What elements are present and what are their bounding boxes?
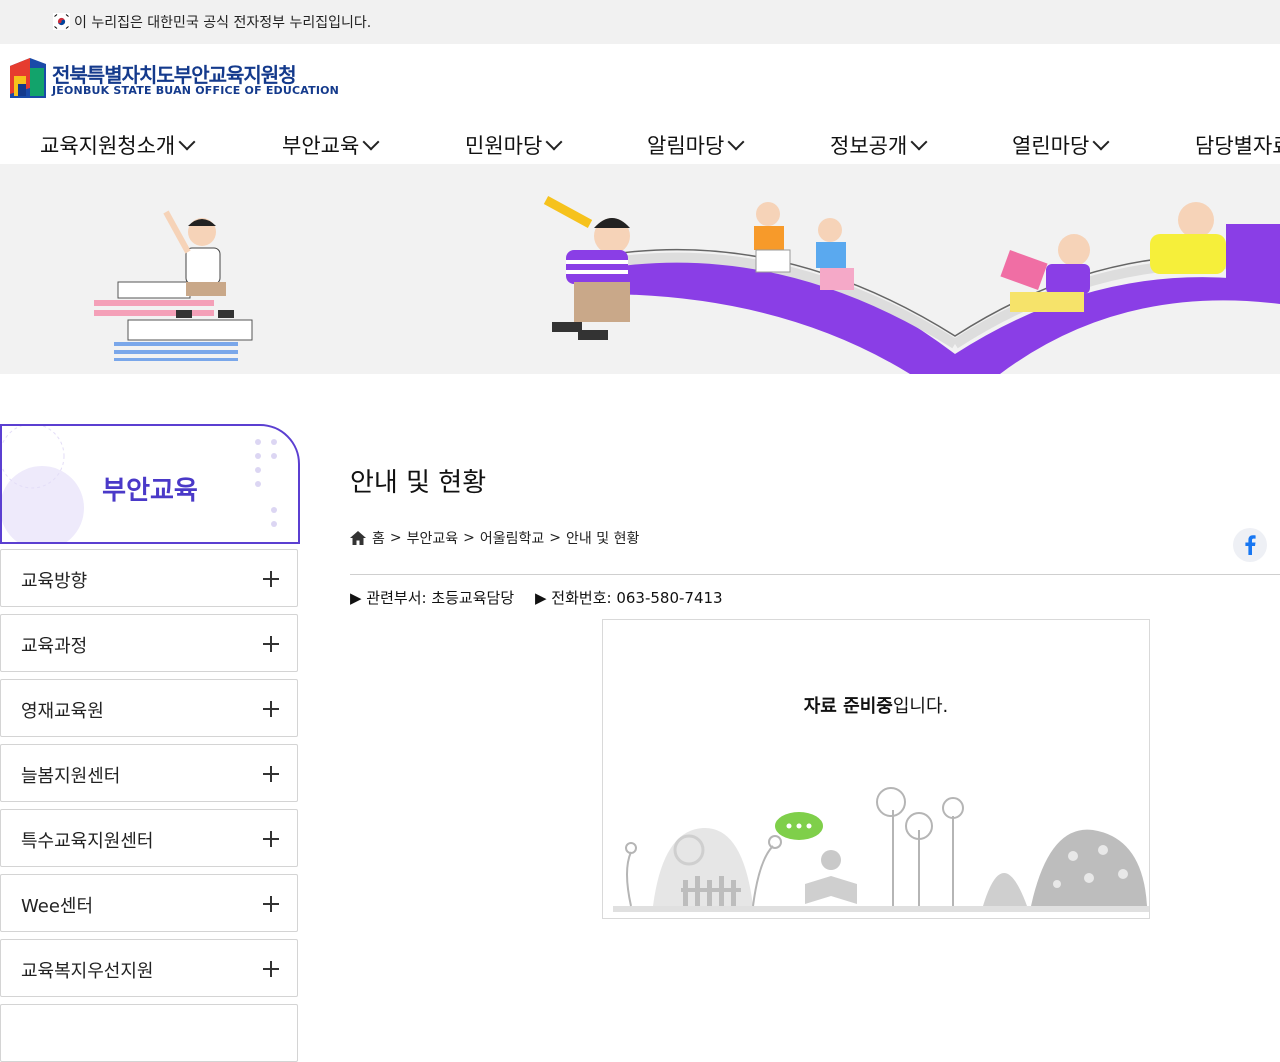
- lnb-title: 부안교육: [102, 476, 198, 506]
- content-divider: [350, 574, 1280, 575]
- content-preparing-box: 자료 준비중입니다.: [602, 619, 1150, 919]
- site-logo[interactable]: 전북특별자치도부안교육지원청 JEONBUK STATE BUAN OFFICE…: [8, 58, 339, 104]
- lnb-item-special-edu[interactable]: 특수교육지원센터: [0, 809, 298, 867]
- lnb-item-more[interactable]: [0, 1004, 298, 1062]
- lnb-item-neulbom[interactable]: 늘봄지원센터: [0, 744, 298, 802]
- plus-icon: [263, 895, 281, 913]
- page-title: 안내 및 현황: [350, 468, 487, 498]
- breadcrumb-level2[interactable]: 어울림학교: [480, 528, 544, 548]
- plus-icon: [263, 635, 281, 653]
- gnb-item-notice[interactable]: 알림마당: [647, 130, 745, 160]
- breadcrumb-separator: >: [549, 530, 562, 546]
- home-icon[interactable]: [350, 531, 366, 545]
- chevron-down-icon: [910, 133, 928, 151]
- breadcrumb-separator: >: [463, 530, 475, 546]
- gnb-item-intro[interactable]: 교육지원청소개: [40, 130, 196, 160]
- breadcrumb-separator: >: [389, 530, 402, 546]
- gov-banner: 이 누리집은 대한민국 공식 전자정부 누리집입니다.: [0, 0, 1280, 44]
- lnb-item-gifted[interactable]: 영재교육원: [0, 679, 298, 737]
- facebook-icon: [1245, 535, 1256, 555]
- logo-name-en: JEONBUK STATE BUAN OFFICE OF EDUCATION: [52, 84, 340, 97]
- plus-icon: [263, 700, 281, 718]
- breadcrumb-home[interactable]: 홈: [372, 528, 385, 548]
- gnb-item-civil[interactable]: 민원마당: [465, 130, 563, 160]
- chevron-down-icon: [545, 133, 563, 151]
- book-stack-icon: [94, 281, 253, 361]
- child-with-pencil-icon: [543, 196, 630, 340]
- phone-number: ▶ 전화번호: 063-580-7413: [535, 589, 723, 607]
- gnb-item-info[interactable]: 정보공개: [830, 130, 928, 160]
- breadcrumb: 홈 > 부안교육 > 어울림학교 > 안내 및 현황: [350, 528, 639, 548]
- chevron-down-icon: [727, 133, 745, 151]
- office-emblem-icon: [10, 58, 46, 98]
- korea-flag-icon: [53, 13, 70, 30]
- hero-illustration: [0, 164, 1280, 374]
- breadcrumb-level1[interactable]: 부안교육: [407, 528, 459, 548]
- gnb-item-buan-edu[interactable]: 부안교육: [282, 130, 380, 160]
- breadcrumb-current: 안내 및 현황: [566, 531, 640, 547]
- plus-icon: [263, 830, 281, 848]
- children-reading-illustration: [94, 196, 1280, 374]
- preparing-message: 자료 준비중입니다.: [803, 696, 949, 717]
- chevron-down-icon: [1092, 133, 1110, 151]
- facebook-share-button[interactable]: [1233, 528, 1267, 562]
- lnb-item-welfare[interactable]: 교육복지우선지원: [0, 939, 298, 997]
- gov-banner-text: 이 누리집은 대한민국 공식 전자정부 누리집입니다.: [74, 15, 372, 31]
- chevron-down-icon: [362, 133, 380, 151]
- plus-icon: [263, 960, 281, 978]
- related-dept: ▶ 관련부서: 초등교육담당: [350, 589, 515, 607]
- lnb-item-wee-center[interactable]: Wee센터: [0, 874, 298, 932]
- garden-illustration: [613, 787, 1149, 912]
- gnb-item-open[interactable]: 열린마당: [1012, 130, 1110, 160]
- lnb-item-edu-direction[interactable]: 교육방향: [0, 549, 298, 607]
- lnb-header: 부안교육: [0, 424, 300, 544]
- plus-icon: [263, 570, 281, 588]
- chevron-down-icon: [178, 133, 196, 151]
- lnb-item-curriculum[interactable]: 교육과정: [0, 614, 298, 672]
- global-nav: 교육지원청소개 부안교육 민원마당 알림마당 정보공개 열린마당 담당별자료실: [0, 126, 1280, 164]
- gnb-item-archive[interactable]: 담당별자료실: [1195, 130, 1280, 160]
- plus-icon: [263, 765, 281, 783]
